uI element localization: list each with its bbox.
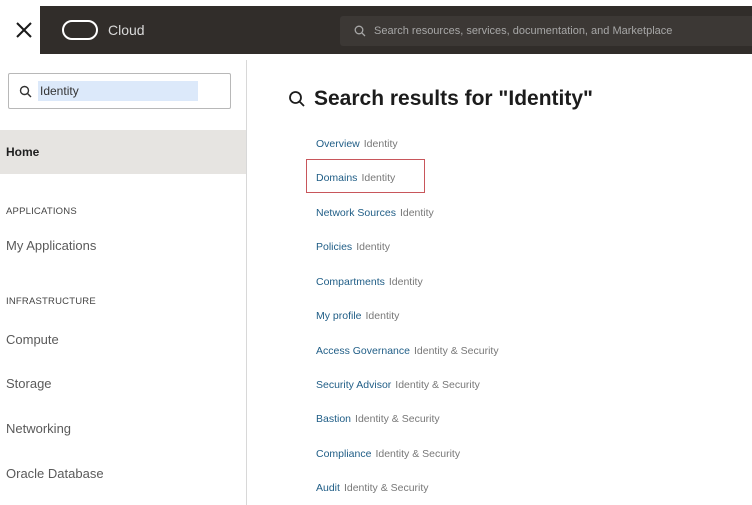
- applications-heading: APPLICATIONS: [6, 206, 77, 217]
- results-heading-row: Search results for "Identity": [288, 84, 593, 114]
- result-name: Compartments: [316, 276, 385, 288]
- nav-oracle-database[interactable]: Oracle Database: [6, 466, 104, 481]
- result-network-sources[interactable]: Network Sources Identity: [316, 207, 434, 219]
- result-service: Identity: [361, 172, 396, 184]
- result-service: Identity: [388, 276, 423, 288]
- navigation-menu: Home APPLICATIONS My Applications INFRAS…: [0, 60, 246, 505]
- result-service: Identity & Security: [355, 413, 440, 425]
- cloud-home-link[interactable]: Cloud: [62, 6, 145, 54]
- global-search-placeholder: Search resources, services, documentatio…: [374, 25, 673, 37]
- result-service: Identity: [363, 138, 398, 150]
- brand-label: Cloud: [108, 22, 145, 38]
- result-name: Compliance: [316, 448, 372, 460]
- nav-my-applications[interactable]: My Applications: [6, 238, 96, 253]
- result-name: Bastion: [316, 413, 352, 425]
- result-policies[interactable]: Policies Identity: [316, 241, 390, 253]
- result-audit[interactable]: Audit Identity & Security: [316, 482, 429, 494]
- result-name: Audit: [316, 482, 340, 494]
- result-name: Access Governance: [316, 345, 410, 357]
- result-my-profile[interactable]: My profile Identity: [316, 310, 399, 322]
- result-service: Identity & Security: [343, 482, 429, 494]
- global-search-input[interactable]: Search resources, services, documentatio…: [340, 16, 752, 46]
- result-service: Identity & Security: [395, 379, 480, 391]
- result-service: Identity & Security: [375, 448, 461, 460]
- result-name: Domains: [316, 172, 358, 184]
- result-name: My profile: [316, 310, 362, 322]
- top-bar: Cloud Search resources, services, docume…: [0, 0, 752, 60]
- nav-storage[interactable]: Storage: [6, 376, 52, 391]
- search-icon: [289, 91, 305, 107]
- result-name: Security Advisor: [316, 379, 392, 391]
- result-overview[interactable]: Overview Identity: [316, 138, 398, 150]
- close-icon: [16, 22, 32, 38]
- result-security-advisor[interactable]: Security Advisor Identity & Security: [316, 379, 480, 391]
- result-compliance[interactable]: Compliance Identity & Security: [316, 448, 460, 460]
- menu-search-input[interactable]: [38, 81, 198, 101]
- close-button[interactable]: [8, 14, 40, 46]
- nav-networking[interactable]: Networking: [6, 421, 71, 436]
- result-name: Policies: [316, 241, 353, 253]
- infrastructure-heading: INFRASTRUCTURE: [6, 296, 96, 307]
- brand-bar: Cloud Search resources, services, docume…: [40, 6, 752, 54]
- search-icon: [354, 25, 366, 37]
- result-compartments[interactable]: Compartments Identity: [316, 276, 423, 288]
- result-bastion[interactable]: Bastion Identity & Security: [316, 413, 440, 425]
- result-service: Identity: [399, 207, 434, 219]
- result-name: Overview: [316, 138, 360, 150]
- result-service: Identity & Security: [413, 345, 499, 357]
- result-service: Identity: [365, 310, 400, 322]
- results-heading: Search results for "Identity": [314, 87, 593, 110]
- result-domains[interactable]: Domains Identity: [316, 172, 395, 184]
- result-name: Network Sources: [316, 207, 396, 219]
- nav-compute[interactable]: Compute: [6, 332, 59, 347]
- nav-home[interactable]: Home: [0, 130, 246, 174]
- result-access-governance[interactable]: Access Governance Identity & Security: [316, 345, 499, 357]
- search-icon: [19, 85, 32, 97]
- panel-divider: [246, 60, 247, 505]
- result-service: Identity: [356, 241, 391, 253]
- menu-search-box[interactable]: [8, 73, 231, 109]
- oracle-logo-icon: [62, 20, 98, 40]
